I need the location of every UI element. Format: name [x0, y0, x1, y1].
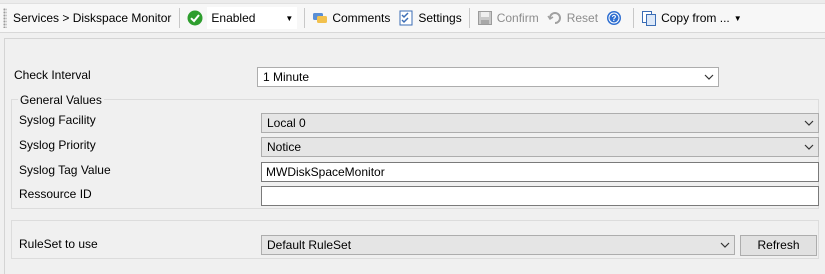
check-interval-select[interactable]: 1 Minute — [257, 67, 719, 87]
enabled-dropdown[interactable]: Enabled ▼ — [207, 7, 298, 29]
toolbar-separator — [304, 8, 306, 28]
comments-label: Comments — [332, 11, 391, 25]
help-button[interactable]: ? — [602, 6, 630, 30]
dropdown-arrow-icon: ▼ — [733, 13, 742, 23]
reset-button[interactable]: Reset — [543, 6, 602, 30]
resource-id-input[interactable] — [261, 186, 819, 206]
settings-button[interactable]: Settings — [394, 6, 465, 30]
toolbar-grip[interactable] — [3, 8, 7, 28]
syslog-tag-label: Syslog Tag Value — [19, 163, 111, 177]
ruleset-select[interactable]: Default RuleSet — [261, 235, 735, 255]
settings-checklist-icon — [399, 10, 413, 26]
ruleset-label: RuleSet to use — [19, 237, 98, 251]
comments-icon — [313, 13, 328, 23]
reset-label: Reset — [566, 11, 599, 25]
svg-text:?: ? — [612, 14, 617, 23]
enabled-dropdown-value: Enabled — [211, 11, 256, 25]
check-interval-label: Check Interval — [14, 68, 91, 82]
ruleset-value: Default RuleSet — [267, 238, 352, 252]
syslog-priority-label: Syslog Priority — [19, 138, 96, 152]
resource-id-label: Ressource ID — [19, 187, 92, 201]
toolbar-separator — [468, 8, 470, 28]
breadcrumb: Services > Diskspace Monitor — [13, 11, 172, 25]
chevron-down-icon — [720, 242, 730, 248]
chevron-down-icon — [804, 120, 814, 126]
check-circle-icon — [187, 10, 203, 26]
toolbar: Services > Diskspace Monitor Enabled ▼ C… — [0, 4, 825, 33]
syslog-facility-label: Syslog Facility — [19, 113, 96, 127]
chevron-down-icon — [804, 144, 814, 150]
dropdown-arrow-icon: ▼ — [285, 13, 294, 23]
copy-from-button[interactable]: Copy from ... ▼ — [637, 6, 746, 30]
copy-from-label: Copy from ... — [661, 11, 730, 25]
refresh-button[interactable]: Refresh — [740, 235, 817, 256]
confirm-button[interactable]: Confirm — [473, 6, 543, 30]
save-icon — [477, 11, 492, 25]
chevron-down-icon — [704, 74, 714, 80]
syslog-facility-select[interactable]: Local 0 — [261, 113, 819, 133]
reset-icon — [547, 12, 561, 24]
confirm-label: Confirm — [496, 11, 539, 25]
general-values-title: General Values — [18, 93, 104, 107]
enabled-status — [183, 6, 207, 30]
settings-label: Settings — [418, 11, 462, 25]
syslog-priority-select[interactable]: Notice — [261, 137, 819, 157]
syslog-priority-value: Notice — [267, 140, 302, 154]
syslog-facility-value: Local 0 — [267, 116, 306, 130]
copy-icon — [642, 11, 657, 26]
syslog-tag-input[interactable]: MWDiskSpaceMonitor — [261, 162, 819, 182]
toolbar-separator — [179, 8, 181, 28]
settings-panel: Check Interval 1 Minute General Values S… — [4, 38, 825, 274]
toolbar-separator — [633, 8, 635, 28]
help-icon: ? — [607, 11, 622, 25]
check-interval-value: 1 Minute — [263, 70, 310, 84]
comments-button[interactable]: Comments — [308, 6, 394, 30]
